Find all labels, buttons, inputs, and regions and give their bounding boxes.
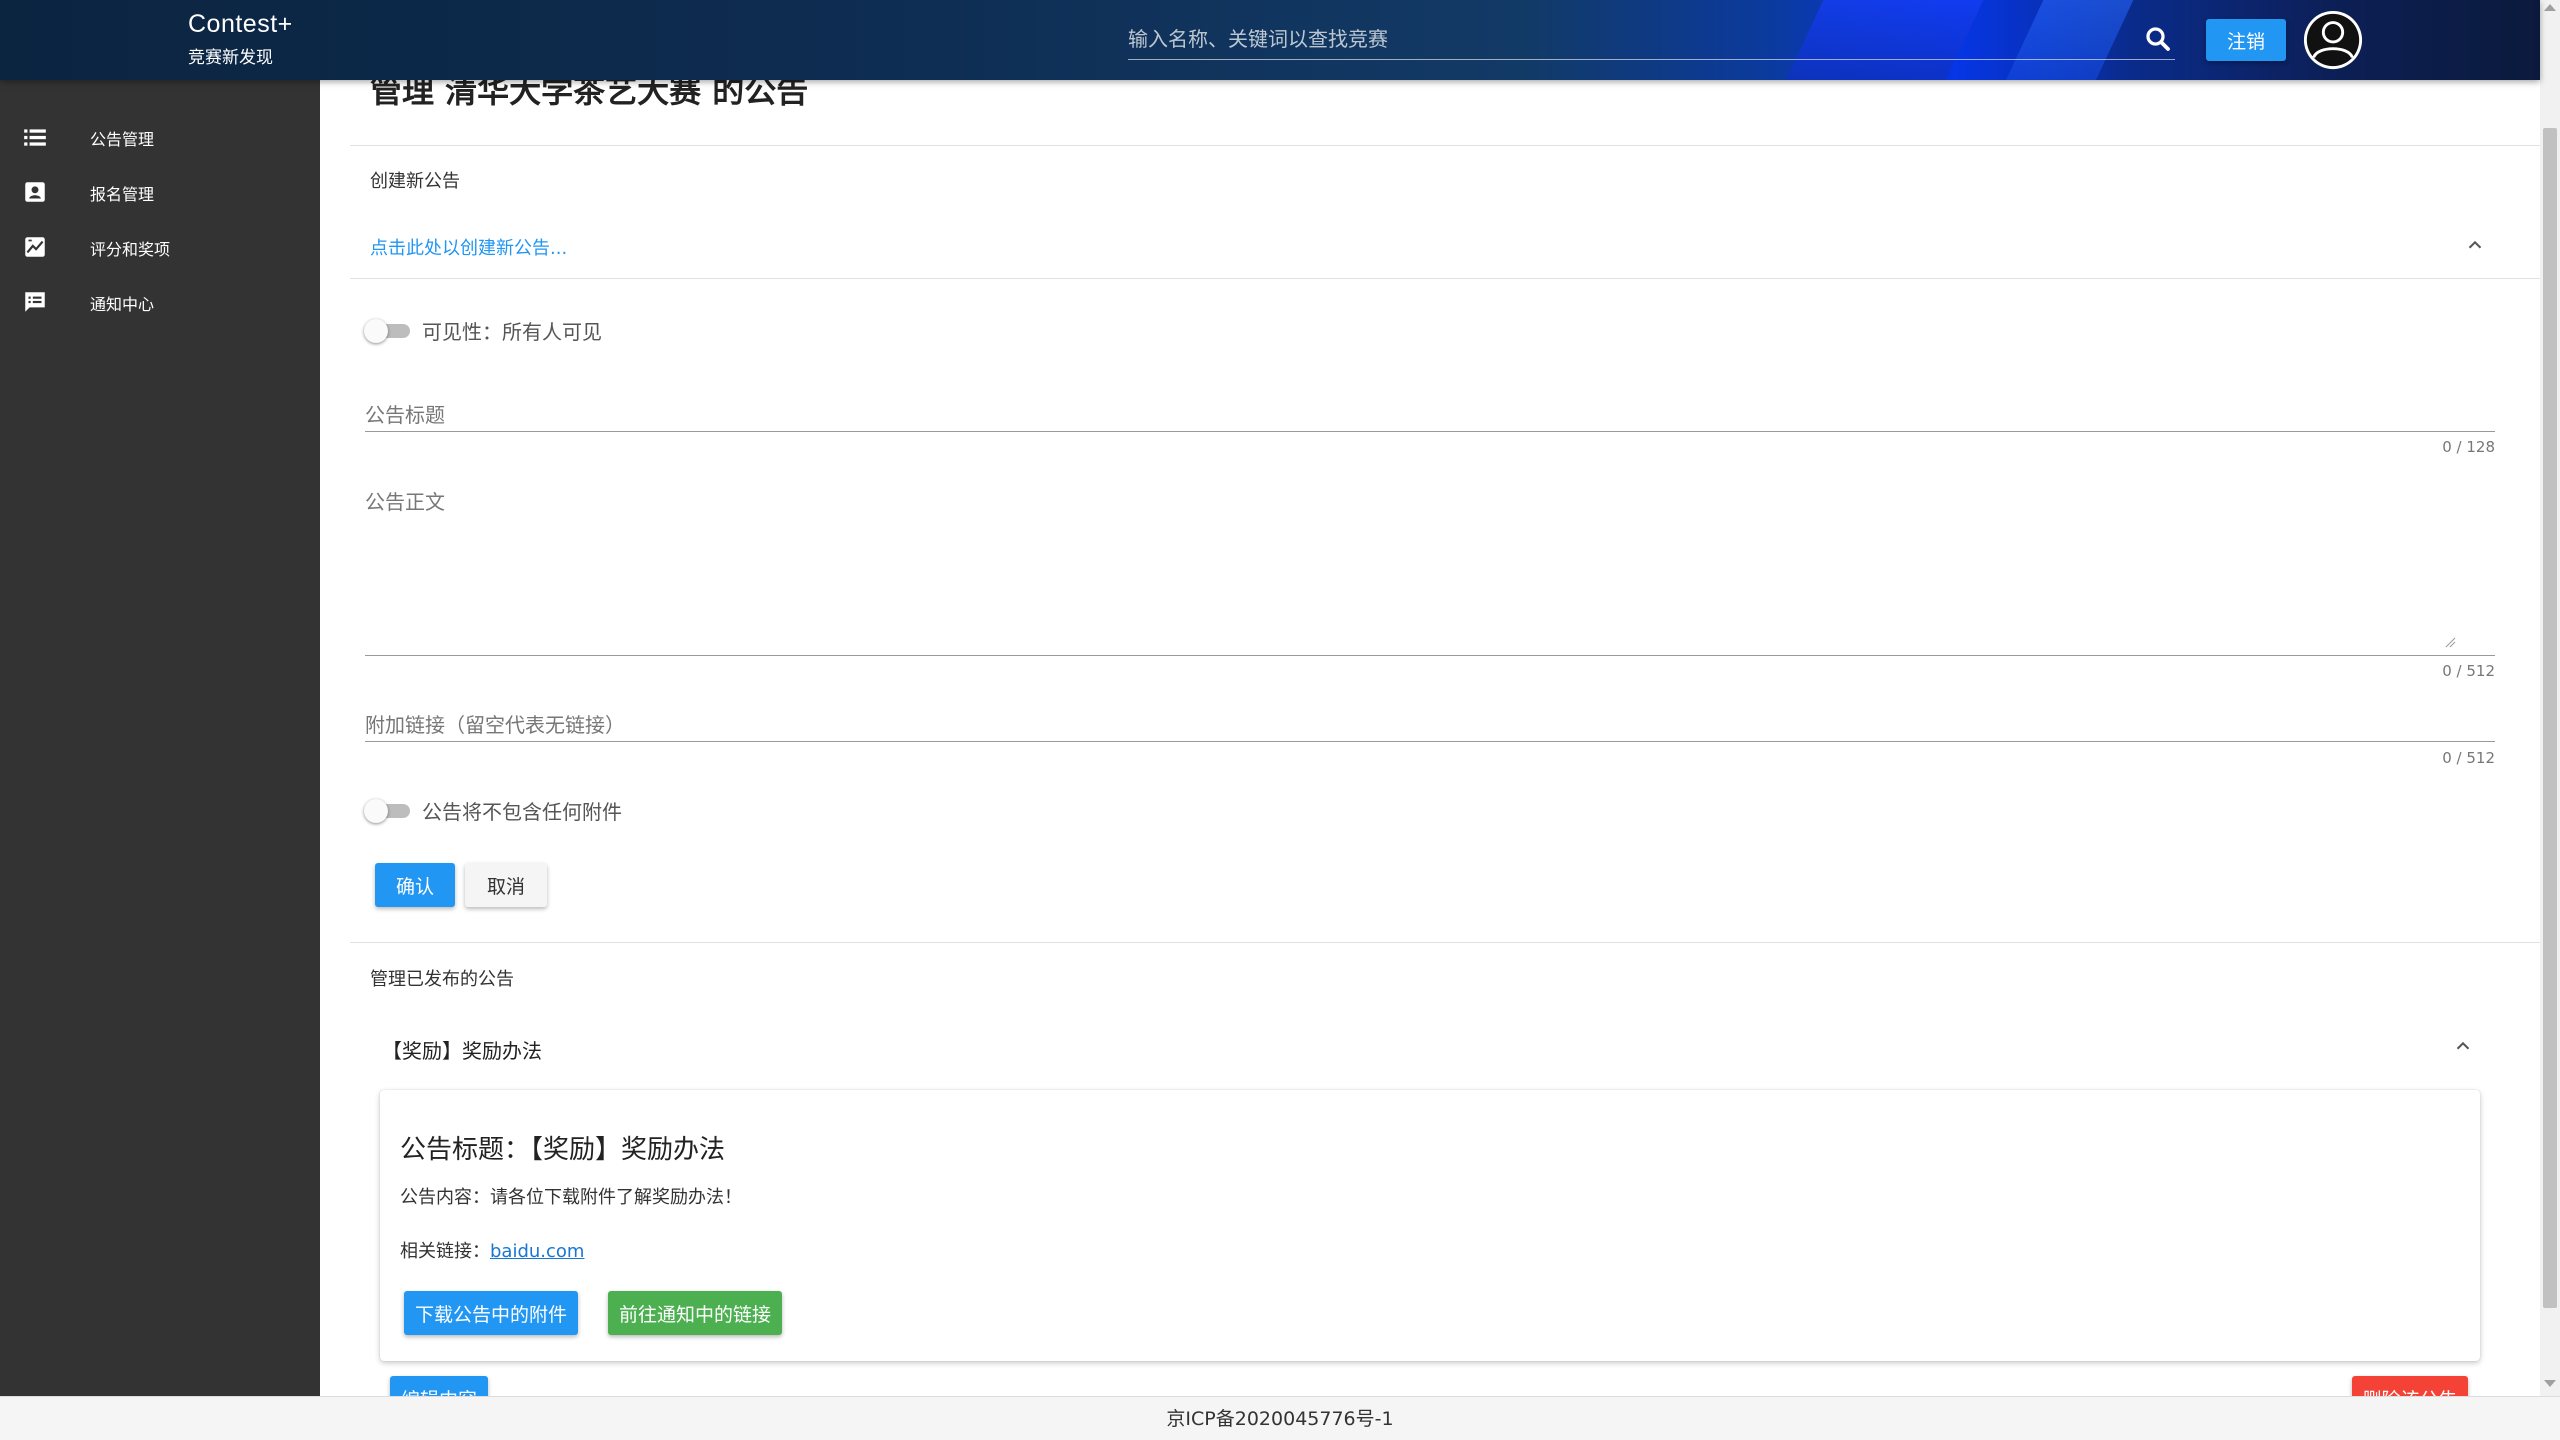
chevron-up-icon[interactable] <box>2464 234 2486 256</box>
list-icon <box>24 129 46 146</box>
brand-logo[interactable]: Contest+ 竞赛新发现 <box>188 10 293 68</box>
logout-button[interactable]: 注销 <box>2206 19 2286 61</box>
manage-section-label: 管理已发布的公告 <box>370 969 514 990</box>
title-field-label[interactable]: 公告标题 <box>365 399 445 428</box>
search-icon[interactable] <box>2143 24 2173 54</box>
user-avatar-icon[interactable] <box>2302 9 2364 71</box>
message-icon <box>25 292 45 312</box>
chevron-up-icon[interactable] <box>2452 1035 2474 1057</box>
create-announcement-expander[interactable]: 点击此处以创建新公告... <box>370 234 567 260</box>
edit-announcement-button[interactable]: 编辑内容 <box>390 1376 488 1396</box>
title-field[interactable] <box>365 431 2495 432</box>
footer: 京ICP备2020045776号-1 <box>0 1396 2560 1440</box>
announcement-link-row: 相关链接：baidu.com <box>400 1237 584 1263</box>
open-link-button[interactable]: 前往通知中的链接 <box>608 1291 782 1335</box>
scroll-down-arrow-icon[interactable] <box>2544 1380 2556 1387</box>
body-char-counter: 0 / 512 <box>2442 662 2495 680</box>
attachment-toggle[interactable] <box>364 796 414 823</box>
sidebar-item-label: 公告管理 <box>90 130 155 149</box>
divider <box>350 942 2540 943</box>
brand-slogan: 竞赛新发现 <box>188 48 273 68</box>
search-input[interactable] <box>1128 20 2128 58</box>
visibility-toggle[interactable] <box>364 316 414 343</box>
body-field-label[interactable]: 公告正文 <box>365 486 445 515</box>
link-prefix: 相关链接： <box>400 1241 490 1262</box>
cancel-button[interactable]: 取消 <box>465 863 547 907</box>
divider <box>350 145 2540 146</box>
title-char-counter: 0 / 128 <box>2442 438 2495 456</box>
sidebar-item-grading[interactable]: 评分和奖项 <box>0 222 320 272</box>
sidebar: 公告管理 报名管理 评分和奖项 通知中心 <box>0 80 320 1396</box>
confirm-button[interactable]: 确认 <box>375 863 455 907</box>
brand-name[interactable]: Contest+ <box>188 10 293 39</box>
sidebar-item-announcements[interactable]: 公告管理 <box>0 112 320 162</box>
attachment-label: 公告将不包含任何附件 <box>422 800 622 824</box>
announcement-link[interactable]: baidu.com <box>490 1241 584 1262</box>
download-attachment-button[interactable]: 下载公告中的附件 <box>404 1291 578 1335</box>
icp-record[interactable]: 京ICP备2020045776号-1 <box>1166 1408 1393 1430</box>
sidebar-item-label: 通知中心 <box>90 295 155 314</box>
announcement-panel-header[interactable]: 【奖励】奖励办法 <box>382 1035 542 1064</box>
sidebar-item-label: 评分和奖项 <box>90 240 171 259</box>
announcement-content: 公告内容：请各位下载附件了解奖励办法！ <box>400 1187 742 1208</box>
main-content: 管理 清华大学茶艺大赛 的公告 创建新公告 点击此处以创建新公告... 可见性：… <box>320 80 2540 1396</box>
sidebar-item-label: 报名管理 <box>90 185 155 204</box>
page-title: 管理 清华大学茶艺大赛 的公告 <box>370 80 809 110</box>
announcement-title: 公告标题：【奖励】奖励办法 <box>400 1135 726 1165</box>
grade-chart-icon <box>25 237 45 257</box>
announcement-card: 公告标题：【奖励】奖励办法 公告内容：请各位下载附件了解奖励办法！ 相关链接：b… <box>380 1090 2480 1361</box>
delete-announcement-button[interactable]: 删除该公告 <box>2352 1376 2468 1396</box>
divider <box>350 278 2540 279</box>
visibility-label: 可见性：所有人可见 <box>422 320 602 344</box>
contact-card-icon <box>25 182 45 202</box>
link-field-label[interactable]: 附加链接（留空代表无链接） <box>365 709 625 738</box>
scroll-up-arrow-icon[interactable] <box>2544 4 2556 11</box>
resize-handle-icon[interactable] <box>2444 636 2456 648</box>
link-field[interactable] <box>365 741 2495 742</box>
scrollbar-thumb[interactable] <box>2543 128 2557 1308</box>
link-char-counter: 0 / 512 <box>2442 749 2495 767</box>
search-bar <box>1128 20 2175 60</box>
sidebar-item-notifications[interactable]: 通知中心 <box>0 277 320 327</box>
sidebar-item-registration[interactable]: 报名管理 <box>0 167 320 217</box>
top-app-bar: Contest+ 竞赛新发现 注销 <box>0 0 2540 80</box>
create-section-label: 创建新公告 <box>370 171 460 192</box>
body-field[interactable] <box>365 655 2495 656</box>
